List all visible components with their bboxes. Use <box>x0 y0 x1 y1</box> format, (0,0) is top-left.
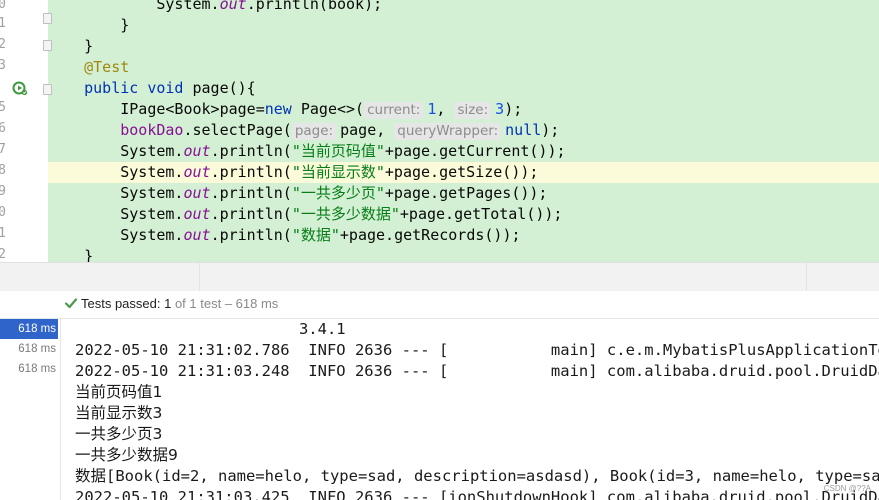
console-line: 当前显示数3 <box>75 404 163 422</box>
test-tree-item-selected[interactable]: 618 ms <box>0 319 58 339</box>
param-hint: page: <box>291 123 337 140</box>
test-tree-item[interactable]: 618 ms <box>0 339 58 359</box>
code-line-current[interactable]: System.out.println("当前显示数"+page.getSize(… <box>48 162 879 183</box>
fold-gutter <box>36 0 52 262</box>
line-number: 8 <box>0 163 6 178</box>
code-line[interactable]: public void page(){ <box>48 78 879 99</box>
code-line[interactable]: System.out.println("数据"+page.getRecords(… <box>48 225 879 246</box>
line-number: 6 <box>0 121 6 136</box>
test-status-text: Tests passed: 1 of 1 test – 618 ms <box>81 296 278 311</box>
code-line[interactable]: } <box>48 246 879 262</box>
code-line[interactable]: } <box>48 15 879 36</box>
line-number: 1 <box>0 16 6 31</box>
line-number: 0 <box>0 0 6 12</box>
console-line: 一共多少数据9 <box>75 446 178 464</box>
code-line[interactable]: @Test <box>48 57 879 78</box>
code-editor[interactable]: 0 1 2 3 5 6 7 8 9 0 1 2 System.out.print… <box>0 0 879 262</box>
console-line: 一共多少页3 <box>75 425 163 443</box>
line-number: 1 <box>0 226 6 241</box>
splitter-section <box>0 263 200 291</box>
code-line[interactable]: System.out.println("一共多少页"+page.getPages… <box>48 183 879 204</box>
test-tree[interactable]: 618 ms 618 ms 618 ms <box>0 319 61 500</box>
line-number: 9 <box>0 184 6 199</box>
console-line: 当前页码值1 <box>75 383 163 401</box>
line-number: 5 <box>0 100 6 115</box>
tests-detail-label: of 1 test – 618 ms <box>174 296 279 311</box>
code-line[interactable]: System.out.println("当前页码值"+page.getCurre… <box>48 141 879 162</box>
watermark: CSDN @??A <box>823 484 871 493</box>
run-test-icon[interactable] <box>12 80 28 96</box>
param-hint: current: <box>364 102 424 119</box>
line-number: 0 <box>0 205 6 220</box>
tests-passed-label: Tests passed: 1 <box>81 296 172 311</box>
console-line: 2022-05-10 21:31:03.248 INFO 2636 --- [ … <box>75 362 879 380</box>
console-output[interactable]: 3.4.1 2022-05-10 21:31:02.786 INFO 2636 … <box>61 319 879 500</box>
test-tree-item[interactable]: 618 ms <box>0 359 58 379</box>
check-icon <box>64 298 78 309</box>
code-line[interactable]: } <box>48 36 879 57</box>
line-number: 2 <box>0 247 6 262</box>
line-number: 7 <box>0 142 6 157</box>
code-line[interactable]: IPage<Book>page=new Page<>(current: 1, si… <box>48 99 879 120</box>
console-line: 3.4.1 <box>75 320 346 338</box>
param-hint: queryWrapper: <box>394 123 502 140</box>
console-line: 2022-05-10 21:31:02.786 INFO 2636 --- [ … <box>75 341 879 359</box>
test-status-bar: Tests passed: 1 of 1 test – 618 ms <box>0 291 879 319</box>
code-line[interactable]: bookDao.selectPage(page: page, queryWrapp… <box>48 120 879 141</box>
console-line: 数据[Book(id=2, name=helo, type=sad, descr… <box>75 467 879 485</box>
line-number: 2 <box>0 37 6 52</box>
line-number: 3 <box>0 58 6 73</box>
code-line[interactable]: System.out.println("一共多少数据"+page.getTota… <box>48 204 879 225</box>
console-line: 2022-05-10 21:31:03.425 INFO 2636 --- [i… <box>75 488 879 500</box>
panel-splitter[interactable] <box>0 262 879 292</box>
param-hint: size: <box>454 102 492 119</box>
splitter-divider <box>806 263 807 291</box>
code-line[interactable]: System.out.println(book); <box>48 0 879 15</box>
